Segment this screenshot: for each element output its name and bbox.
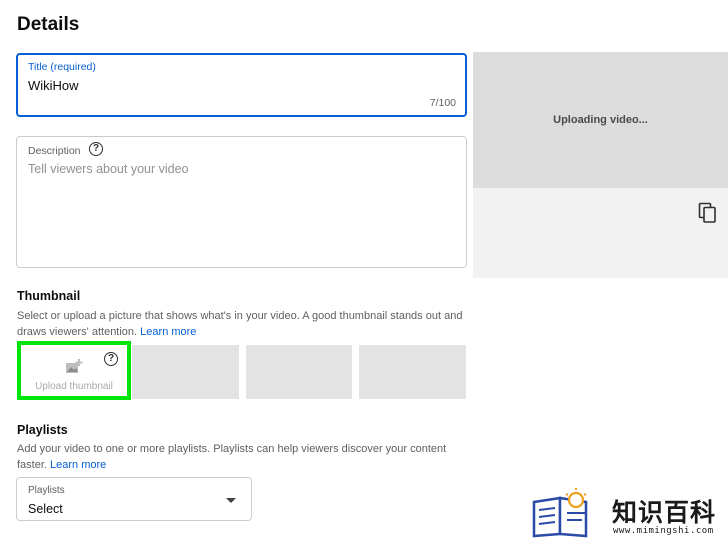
thumbnail-option-1[interactable] (132, 345, 239, 399)
thumbnail-help-icon[interactable]: ? (104, 352, 118, 366)
upload-status: Uploading video... (553, 114, 648, 126)
watermark-url: www.mimingshi.com (613, 526, 714, 536)
copy-icon[interactable] (698, 202, 718, 224)
title-input[interactable]: WikiHow (28, 78, 79, 93)
thumbnail-option-3[interactable] (359, 345, 466, 399)
playlists-dropdown-value: Select (28, 502, 63, 516)
thumbnail-heading: Thumbnail (17, 289, 81, 303)
title-field-label: Title (required) (28, 61, 96, 73)
thumbnail-option-2[interactable] (246, 345, 352, 399)
book-lightbulb-icon (532, 488, 588, 538)
watermark-text: 知识百科 (612, 498, 717, 527)
add-photo-icon (66, 359, 83, 373)
thumbnail-description: Select or upload a picture that shows wh… (17, 308, 472, 340)
page-title: Details (17, 14, 80, 35)
description-field[interactable]: Description ? Tell viewers about your vi… (16, 136, 467, 268)
playlists-dropdown[interactable]: Playlists Select (16, 477, 252, 521)
description-input[interactable]: Tell viewers about your video (28, 162, 189, 176)
watermark-logo: 知识百科 www.mimingshi.com (530, 488, 728, 546)
playlists-description: Add your video to one or more playlists.… (17, 441, 457, 473)
playlists-heading: Playlists (17, 423, 68, 437)
title-char-counter: 7/100 (429, 97, 456, 109)
description-label: Description (28, 145, 81, 157)
playlists-learn-more-link[interactable]: Learn more (50, 459, 106, 471)
dropdown-caret-icon (226, 498, 236, 503)
playlists-dropdown-label: Playlists (28, 485, 65, 496)
upload-thumbnail-button[interactable]: ? Upload thumbnail (17, 341, 131, 400)
thumbnail-description-text: Select or upload a picture that shows wh… (17, 310, 463, 338)
title-field[interactable]: Title (required) WikiHow 7/100 (16, 53, 467, 117)
upload-thumbnail-label: Upload thumbnail (35, 381, 113, 392)
video-preview-panel: Uploading video... (473, 52, 728, 278)
description-help-icon[interactable]: ? (89, 142, 103, 156)
thumbnail-learn-more-link[interactable]: Learn more (140, 326, 196, 338)
